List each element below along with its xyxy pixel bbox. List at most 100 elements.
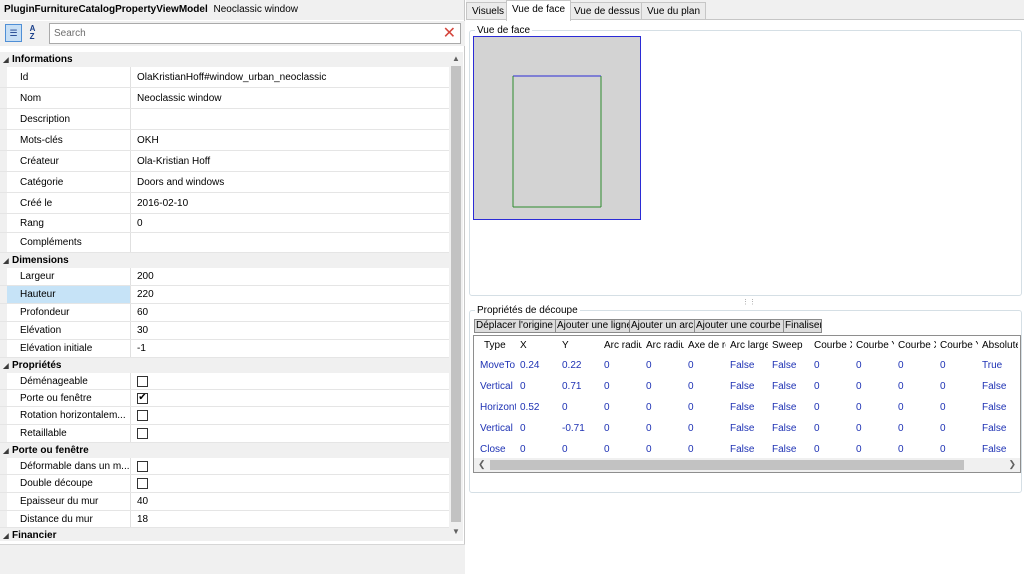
scroll-up-icon[interactable]: ▲ <box>449 54 463 66</box>
splitter-grip-icon[interactable]: ⋮⋮ <box>742 298 756 306</box>
table-cell[interactable]: 0 <box>600 381 642 392</box>
table-horizontal-scrollbar[interactable]: ❮ ❯ <box>474 458 1020 472</box>
checkbox-unchecked[interactable] <box>137 460 148 472</box>
table-cell[interactable]: Horizontal <box>474 402 516 413</box>
column-header[interactable]: Y <box>558 340 600 351</box>
add-arc-button[interactable]: Ajouter un arc <box>629 319 695 333</box>
front-view-canvas[interactable] <box>473 36 641 220</box>
column-header[interactable]: Courbe X2 <box>894 340 936 351</box>
scroll-right-icon[interactable]: ❯ <box>1008 459 1016 470</box>
table-cell[interactable]: 0 <box>810 423 852 434</box>
table-cell[interactable]: 0 <box>600 444 642 455</box>
property-row-profondeur[interactable]: Profondeur 60 <box>0 304 449 322</box>
category-financier[interactable]: ◢ Financier <box>0 528 449 541</box>
move-origin-button[interactable]: Déplacer l'origine <box>474 319 556 333</box>
category-porte-ou-fenetre[interactable]: ◢ Porte ou fenêtre <box>0 443 449 458</box>
property-row-cree-le[interactable]: Créé le 2016-02-10 <box>0 193 449 214</box>
clear-search-icon[interactable]: ✕ <box>443 25 456 42</box>
table-cell[interactable]: False <box>768 444 810 455</box>
property-row-id[interactable]: Id OlaKristianHoff#window_urban_neoclassi… <box>0 67 449 88</box>
table-cell[interactable]: 0 <box>600 360 642 371</box>
table-cell[interactable]: 0 <box>642 381 684 392</box>
property-value[interactable]: Neoclassic window <box>131 88 449 108</box>
table-cell[interactable]: False <box>978 381 1018 392</box>
table-cell[interactable]: 0 <box>810 402 852 413</box>
checkbox-unchecked[interactable] <box>137 410 148 421</box>
add-curve-button[interactable]: Ajouter une courbe <box>694 319 784 333</box>
table-cell[interactable]: False <box>978 444 1018 455</box>
table-cell[interactable]: 0 <box>516 381 558 392</box>
add-line-button[interactable]: Ajouter une ligne <box>555 319 630 333</box>
table-row[interactable]: MoveTo 0.24 0.22 0 0 0 False False 0 0 0 0 True <box>474 355 1020 376</box>
table-row[interactable]: Vertical 0 -0.71 0 0 0 False False 0 0 0 0 False <box>474 418 1020 439</box>
property-row-rang[interactable]: Rang 0 <box>0 214 449 233</box>
table-cell[interactable]: False <box>726 381 768 392</box>
table-cell[interactable]: 0 <box>852 381 894 392</box>
table-cell[interactable]: 0 <box>642 444 684 455</box>
search-input[interactable] <box>50 24 430 43</box>
property-row-distance-du-mur[interactable]: Distance du mur 18 <box>0 511 449 528</box>
table-cell[interactable]: False <box>978 423 1018 434</box>
property-value[interactable]: OKH <box>131 130 449 150</box>
property-row-categorie[interactable]: Catégorie Doors and windows <box>0 172 449 193</box>
table-cell[interactable]: False <box>726 360 768 371</box>
table-cell[interactable]: 0 <box>516 423 558 434</box>
table-cell[interactable]: 0 <box>810 381 852 392</box>
scrollbar-thumb[interactable] <box>451 66 461 522</box>
table-cell[interactable]: False <box>726 402 768 413</box>
checkbox-unchecked[interactable] <box>137 428 148 439</box>
table-cell[interactable]: False <box>726 444 768 455</box>
property-row-elevation[interactable]: Elévation 30 <box>0 322 449 340</box>
table-cell[interactable]: 0 <box>684 381 726 392</box>
table-cell[interactable]: 0.24 <box>516 360 558 371</box>
table-cell[interactable]: 0 <box>684 423 726 434</box>
property-value[interactable]: 200 <box>131 268 449 285</box>
table-cell[interactable]: 0 <box>852 360 894 371</box>
column-header[interactable]: Arc radius <box>642 340 684 351</box>
table-cell[interactable]: False <box>978 402 1018 413</box>
tab-vue-du-plan[interactable]: Vue du plan <box>641 2 707 20</box>
table-cell[interactable]: 0 <box>642 360 684 371</box>
property-value[interactable]: 220 <box>131 286 449 303</box>
property-row-hauteur[interactable]: Hauteur 220 <box>0 286 449 304</box>
table-cell[interactable]: 0 <box>894 381 936 392</box>
column-header[interactable]: Type <box>474 340 516 351</box>
property-row-porte-ou-fenetre[interactable]: Porte ou fenêtre ✔ <box>0 390 449 407</box>
property-row-demenageable[interactable]: Déménageable <box>0 373 449 390</box>
table-cell[interactable]: MoveTo <box>474 360 516 371</box>
table-cell[interactable]: 0 <box>516 444 558 455</box>
property-value[interactable]: -1 <box>131 340 449 357</box>
checkbox-unchecked[interactable] <box>137 375 148 387</box>
table-cell[interactable]: False <box>726 423 768 434</box>
table-cell[interactable]: 0 <box>684 444 726 455</box>
property-row-nom[interactable]: Nom Neoclassic window <box>0 88 449 109</box>
property-value[interactable]: 18 <box>131 511 449 527</box>
tab-visuels[interactable]: Visuels <box>466 2 511 20</box>
scrollbar-thumb[interactable] <box>490 460 964 470</box>
finalize-button[interactable]: Finaliser <box>783 319 822 333</box>
table-cell[interactable]: 0 <box>852 402 894 413</box>
table-cell[interactable]: -0.71 <box>558 423 600 434</box>
table-cell[interactable]: 0 <box>810 360 852 371</box>
expand-collapse-icon[interactable]: ◢ <box>0 447 12 455</box>
table-cell[interactable]: 0 <box>642 423 684 434</box>
table-cell[interactable]: True <box>978 360 1018 371</box>
category-informations[interactable]: ◢ Informations <box>0 52 449 67</box>
property-row-createur[interactable]: Créateur Ola-Kristian Hoff <box>0 151 449 172</box>
table-cell[interactable]: 0 <box>684 402 726 413</box>
property-row-largeur[interactable]: Largeur 200 <box>0 268 449 286</box>
property-value[interactable]: 60 <box>131 304 449 321</box>
property-value[interactable]: 0 <box>131 214 449 232</box>
table-cell[interactable]: 0 <box>894 402 936 413</box>
property-value[interactable]: Doors and windows <box>131 172 449 192</box>
alphabetical-sort-icon[interactable]: AZ <box>24 24 41 42</box>
column-header[interactable]: Absolute <box>978 340 1018 351</box>
table-cell[interactable]: False <box>768 381 810 392</box>
table-cell[interactable]: 0 <box>852 423 894 434</box>
table-cell[interactable]: 0 <box>558 402 600 413</box>
table-cell[interactable]: 0 <box>684 360 726 371</box>
table-cell[interactable]: 0 <box>894 444 936 455</box>
column-header[interactable]: Arc large <box>726 340 768 351</box>
column-header[interactable]: Courbe Y1 <box>852 340 894 351</box>
table-cell[interactable]: 0 <box>936 423 978 434</box>
